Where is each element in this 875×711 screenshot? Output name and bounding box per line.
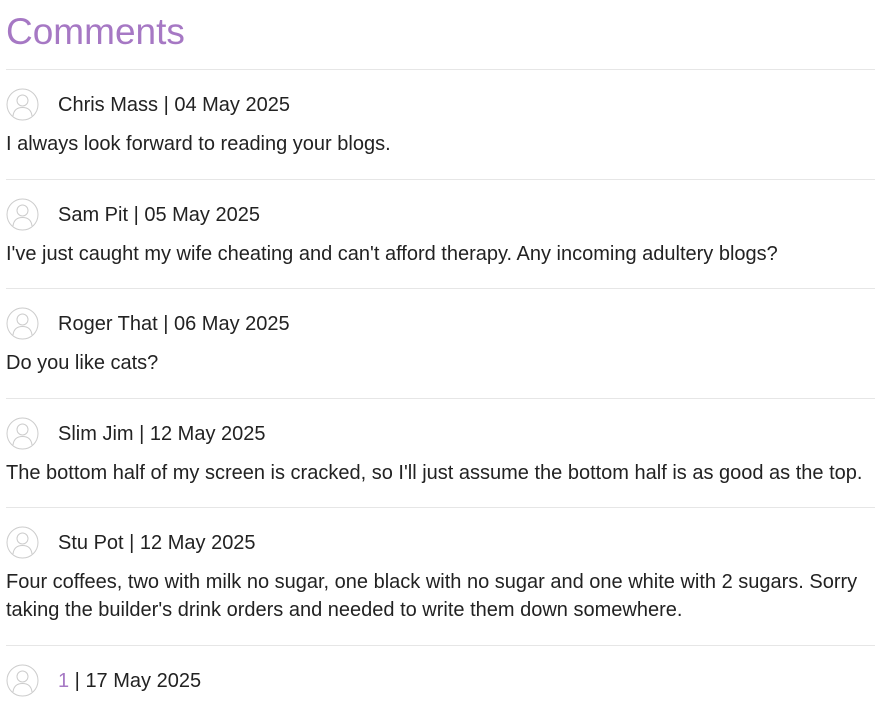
comment-author: Sam Pit [58, 204, 129, 226]
byline-separator: | [69, 670, 86, 692]
comment-date: 12 May 2025 [149, 423, 266, 445]
comment-byline: Roger That | 06 May 2025 [58, 312, 290, 336]
byline-separator: | [128, 204, 145, 226]
user-avatar-icon [6, 88, 39, 121]
comment-item: 1 | 17 May 2025 [6, 664, 875, 700]
comment-byline: Sam Pit | 05 May 2025 [58, 203, 260, 227]
comment-date: 17 May 2025 [85, 670, 202, 692]
user-avatar-icon [6, 307, 39, 340]
divider [6, 288, 875, 289]
divider [6, 398, 875, 399]
comment-text: I've just caught my wife cheating and ca… [6, 243, 778, 265]
comment-text: The bottom half of my screen is cracked,… [6, 462, 863, 484]
comment-meta: Stu Pot | 12 May 2025 [6, 526, 875, 562]
byline-separator: | [133, 423, 150, 445]
comment-item: Slim Jim | 12 May 2025 The bottom half o… [6, 417, 875, 484]
comment-byline: Stu Pot | 12 May 2025 [58, 531, 256, 555]
comment-byline: Slim Jim | 12 May 2025 [58, 422, 266, 446]
user-avatar-icon [6, 526, 39, 559]
comment-byline: 1 | 17 May 2025 [58, 669, 201, 693]
comment-meta: Roger That | 06 May 2025 [6, 307, 875, 343]
comment-meta: Chris Mass | 04 May 2025 [6, 88, 875, 124]
comment-item: Stu Pot | 12 May 2025 Four coffees, two … [6, 526, 875, 621]
comment-author: Roger That [58, 313, 158, 335]
user-avatar-icon [6, 198, 39, 231]
byline-separator: | [158, 94, 175, 116]
comment-meta: 1 | 17 May 2025 [6, 664, 875, 700]
user-avatar-icon [6, 664, 39, 697]
comment-date: 04 May 2025 [174, 94, 290, 116]
comment-author: Chris Mass [58, 94, 159, 116]
comment-item: Chris Mass | 04 May 2025 I always look f… [6, 88, 875, 155]
comment-author: Stu Pot [58, 532, 124, 554]
comment-date: 12 May 2025 [139, 532, 256, 554]
comment-text: I always look forward to reading your bl… [6, 133, 391, 155]
byline-separator: | [123, 532, 140, 554]
divider [6, 645, 875, 646]
comment-author: Slim Jim [58, 423, 134, 445]
divider [6, 179, 875, 180]
divider [6, 507, 875, 508]
comment-item: Sam Pit | 05 May 2025 I've just caught m… [6, 198, 875, 265]
comment-text: Four coffees, two with milk no sugar, on… [6, 571, 858, 621]
byline-separator: | [157, 313, 174, 335]
comment-text: Do you like cats? [6, 352, 159, 374]
comment-item: Roger That | 06 May 2025 Do you like cat… [6, 307, 875, 374]
user-avatar-icon [6, 417, 39, 450]
comment-date: 05 May 2025 [144, 204, 260, 226]
comment-byline: Chris Mass | 04 May 2025 [58, 93, 290, 117]
comment-meta: Sam Pit | 05 May 2025 [6, 198, 875, 234]
page-title: Comments [6, 11, 185, 52]
comment-date: 06 May 2025 [174, 313, 290, 335]
comment-meta: Slim Jim | 12 May 2025 [6, 417, 875, 453]
divider [6, 69, 875, 70]
comment-author-link[interactable]: 1 [58, 670, 69, 692]
